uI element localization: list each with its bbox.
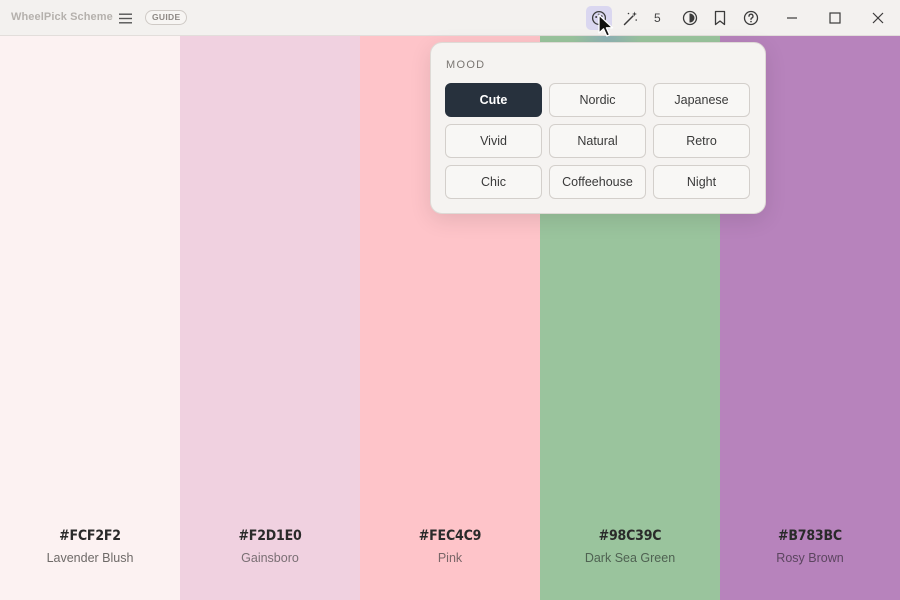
swatch-name: Rosy Brown (776, 551, 844, 565)
swatch-hex[interactable]: #F2D1E0 (180, 528, 360, 544)
bookmark-icon[interactable] (707, 6, 733, 30)
theme-toggle-icon[interactable] (677, 6, 703, 30)
app-title: WheelPick Scheme (11, 11, 113, 23)
mood-option-vivid[interactable]: Vivid (445, 124, 542, 158)
mood-option-chic[interactable]: Chic (445, 165, 542, 199)
minimize-icon[interactable] (779, 6, 805, 30)
swatch-hex[interactable]: #B783BC (720, 528, 900, 544)
swatch-2[interactable]: #F2D1E0 Gainsboro (180, 36, 360, 600)
mouse-cursor-icon (598, 14, 614, 37)
swatch-name: Dark Sea Green (584, 551, 676, 565)
swatch-name: Lavender Blush (46, 551, 134, 565)
mood-heading: MOOD (446, 59, 486, 71)
mood-option-nordic[interactable]: Nordic (549, 83, 646, 117)
swatch-name: Gainsboro (241, 551, 299, 565)
close-icon[interactable] (865, 6, 891, 30)
swatch-hex[interactable]: #FEC4C9 (360, 528, 540, 544)
swatch-name: Pink (437, 551, 463, 565)
app-window: WheelPick Scheme GUIDE 5 #FCF2F2 Lavende… (0, 0, 900, 600)
mood-option-cute[interactable]: Cute (445, 83, 542, 117)
mood-options: Cute Nordic Japanese Vivid Natural Retro… (445, 83, 750, 199)
help-icon[interactable] (738, 6, 764, 30)
color-count[interactable]: 5 (654, 11, 661, 25)
mood-option-coffeehouse[interactable]: Coffeehouse (549, 165, 646, 199)
title-bar: WheelPick Scheme GUIDE 5 (0, 0, 900, 36)
swatch-hex[interactable]: #98C39C (540, 528, 720, 544)
mood-option-retro[interactable]: Retro (653, 124, 750, 158)
menu-icon[interactable] (117, 10, 133, 26)
guide-button[interactable]: GUIDE (145, 10, 188, 25)
maximize-icon[interactable] (822, 6, 848, 30)
mood-option-japanese[interactable]: Japanese (653, 83, 750, 117)
swatch-hex[interactable]: #FCF2F2 (0, 528, 180, 544)
magic-wand-icon[interactable] (617, 6, 643, 30)
swatch-1[interactable]: #FCF2F2 Lavender Blush (0, 36, 180, 600)
mood-option-natural[interactable]: Natural (549, 124, 646, 158)
mood-popover: MOOD Cute Nordic Japanese Vivid Natural … (430, 42, 766, 214)
mood-option-night[interactable]: Night (653, 165, 750, 199)
